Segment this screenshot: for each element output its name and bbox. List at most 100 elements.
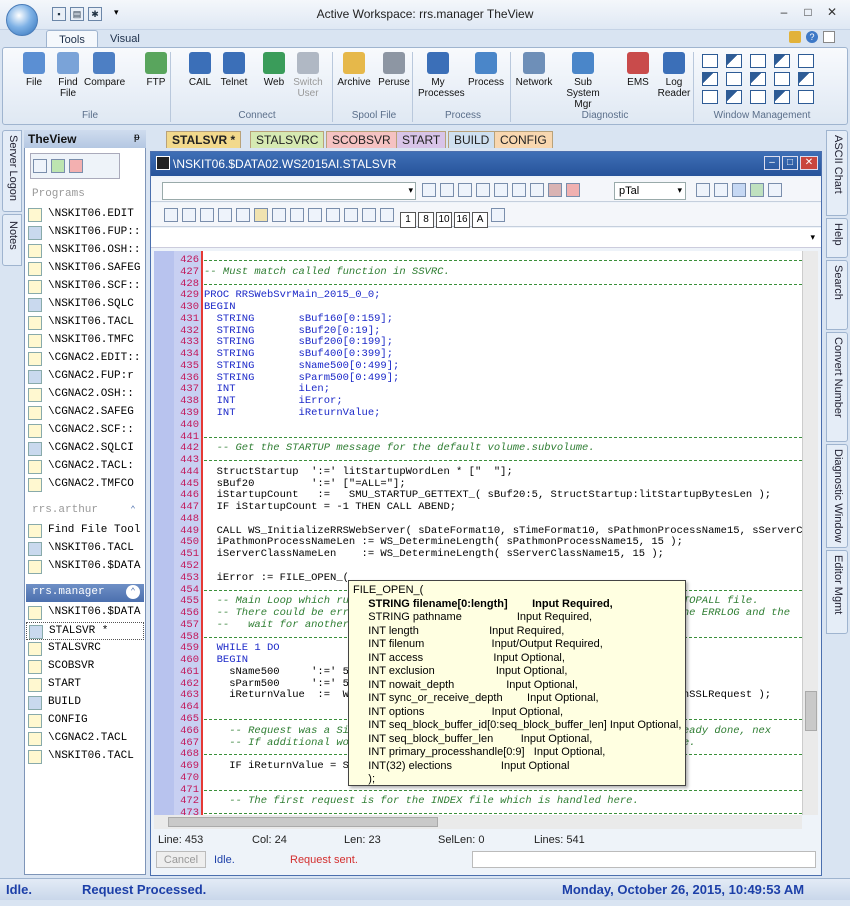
window-layout-button[interactable]	[726, 90, 742, 104]
tab-notes[interactable]: Notes	[2, 214, 22, 266]
tab-convert-number[interactable]: Convert Number	[826, 332, 848, 442]
tab-tools[interactable]: Tools	[46, 30, 98, 48]
theview-list-item[interactable]: \CGNAC2.SCF::	[26, 422, 144, 440]
lock-icon[interactable]	[789, 31, 801, 43]
window-icon[interactable]	[33, 159, 47, 173]
theview-list-item[interactable]: \NSKIT06.$DATA	[26, 558, 144, 576]
window-layout-button[interactable]	[798, 54, 814, 68]
outdent-icon[interactable]	[344, 208, 358, 222]
mail-icon[interactable]	[768, 183, 782, 197]
ems-button[interactable]: EMS	[618, 52, 658, 108]
doc-tab-4[interactable]: BUILD	[448, 131, 496, 148]
tab-diagnostic-window[interactable]: Diagnostic Window	[826, 444, 848, 548]
link-icon[interactable]	[696, 183, 710, 197]
cut-icon[interactable]	[218, 208, 232, 222]
bookmark-icon[interactable]	[494, 183, 508, 197]
peruse-button[interactable]: Peruse	[374, 52, 414, 108]
chevron-down-icon[interactable]: ▾	[408, 185, 413, 196]
theview-list-item[interactable]: START	[26, 676, 144, 694]
theview-list-item[interactable]: \NSKIT06.FUP::	[26, 224, 144, 242]
theview-list-item[interactable]: SCOBSVR	[26, 658, 144, 676]
theview-list-item[interactable]: STALSVR *	[26, 622, 144, 640]
language-select[interactable]: pTal ▾	[614, 182, 686, 200]
redo-icon[interactable]	[308, 208, 322, 222]
tab-editor-mgmt[interactable]: Editor Mgmt	[826, 550, 848, 634]
section-header-2[interactable]: rrs.manager ⌃	[26, 584, 144, 602]
window-layout-button[interactable]	[774, 90, 790, 104]
theview-list-item[interactable]: \NSKIT06.TACL	[26, 748, 144, 766]
clear-icon[interactable]	[566, 183, 580, 197]
theview-list-item[interactable]: \NSKIT06.$DATA	[26, 604, 144, 622]
window-layout-button[interactable]	[702, 90, 718, 104]
scroll-thumb[interactable]	[805, 691, 817, 731]
bookmark-next-icon[interactable]	[512, 183, 526, 197]
document-icon[interactable]	[714, 183, 728, 197]
theview-list-item[interactable]: \CGNAC2.TACL	[26, 730, 144, 748]
hscroll-thumb[interactable]	[168, 817, 438, 827]
vertical-scrollbar[interactable]	[802, 251, 818, 815]
tab-help[interactable]: Help	[826, 218, 848, 258]
paste-special-icon[interactable]	[272, 208, 286, 222]
save-icon[interactable]	[182, 208, 196, 222]
theview-list-item[interactable]: \NSKIT06.OSH::	[26, 242, 144, 260]
base-16-button[interactable]: 16	[454, 212, 471, 228]
subsystem-button[interactable]: Sub System Mgr	[558, 52, 608, 110]
doc-tab-2[interactable]: SCOBSVR	[326, 131, 397, 148]
window-layout-button[interactable]	[726, 54, 742, 68]
base-8-button[interactable]: 8	[418, 212, 435, 228]
cancel-button[interactable]: Cancel	[156, 851, 206, 868]
theview-list-item[interactable]: \NSKIT06.SCF::	[26, 278, 144, 296]
theview-list-item[interactable]: \CGNAC2.FUP:r	[26, 368, 144, 386]
compare-button[interactable]: Compare	[84, 52, 125, 108]
save-all-icon[interactable]	[200, 208, 214, 222]
doc-tab-5[interactable]: CONFIG	[494, 131, 553, 148]
find-file-button[interactable]: Find File	[48, 52, 88, 108]
theview-list-item[interactable]: \NSKIT06.TACL	[26, 314, 144, 332]
chevron-down-icon[interactable]: ▾	[810, 232, 815, 243]
find-icon[interactable]	[422, 183, 436, 197]
switch-user-button[interactable]: Switch User	[288, 52, 328, 108]
editor-close-button[interactable]: ✕	[800, 156, 818, 170]
indent-icon[interactable]	[326, 208, 340, 222]
find-next-icon[interactable]	[440, 183, 454, 197]
telnet-button[interactable]: Telnet	[214, 52, 254, 108]
window-layout-button[interactable]	[798, 72, 814, 86]
theview-list-item[interactable]: \CGNAC2.SAFEG	[26, 404, 144, 422]
archive-button[interactable]: Archive	[334, 52, 374, 108]
window-layout-button[interactable]	[774, 54, 790, 68]
word-icon[interactable]	[732, 183, 746, 197]
editor-minimize-button[interactable]: –	[764, 156, 780, 170]
delete-icon[interactable]	[69, 159, 83, 173]
tab-search[interactable]: Search	[826, 260, 848, 330]
book-icon[interactable]	[548, 183, 562, 197]
tab-visual[interactable]: Visual	[100, 30, 148, 48]
search-combo[interactable]: ▾	[162, 182, 416, 200]
window-layout-button[interactable]	[750, 54, 766, 68]
window-layout-button[interactable]	[702, 54, 718, 68]
minimize-button[interactable]: –	[776, 6, 792, 20]
theview-list-item[interactable]: STALSVRC	[26, 640, 144, 658]
doc-tab-1[interactable]: STALSVRC	[250, 131, 325, 148]
editor-input-bar[interactable]: ▾	[151, 228, 821, 248]
undo-icon[interactable]	[290, 208, 304, 222]
theview-list-item[interactable]: BUILD	[26, 694, 144, 712]
theview-list-item[interactable]: \NSKIT06.TMFC	[26, 332, 144, 350]
window-layout-button[interactable]	[798, 90, 814, 104]
restore-button[interactable]: □	[800, 6, 816, 20]
base-10-button[interactable]: 10	[436, 212, 453, 228]
horizontal-scrollbar[interactable]	[154, 815, 802, 829]
theview-list-item[interactable]: \NSKIT06.SAFEG	[26, 260, 144, 278]
base-1-button[interactable]: 1	[400, 212, 417, 228]
theview-list-item[interactable]: CONFIG	[26, 712, 144, 730]
theview-list-item[interactable]: \NSKIT06.SQLC	[26, 296, 144, 314]
network-button[interactable]: Network	[514, 52, 554, 108]
paste-icon[interactable]	[254, 208, 268, 222]
doc-tab-3[interactable]: START	[396, 131, 447, 148]
new-icon[interactable]	[164, 208, 178, 222]
theview-list-item[interactable]: \CGNAC2.SQLCI	[26, 440, 144, 458]
section-header-0[interactable]: Programs	[26, 186, 144, 204]
window-layout-button[interactable]	[750, 90, 766, 104]
section-header-1[interactable]: rrs.arthur ⌃	[26, 502, 144, 520]
process-button[interactable]: Process	[466, 52, 506, 108]
collapse-icon[interactable]: ⌃	[126, 503, 140, 517]
